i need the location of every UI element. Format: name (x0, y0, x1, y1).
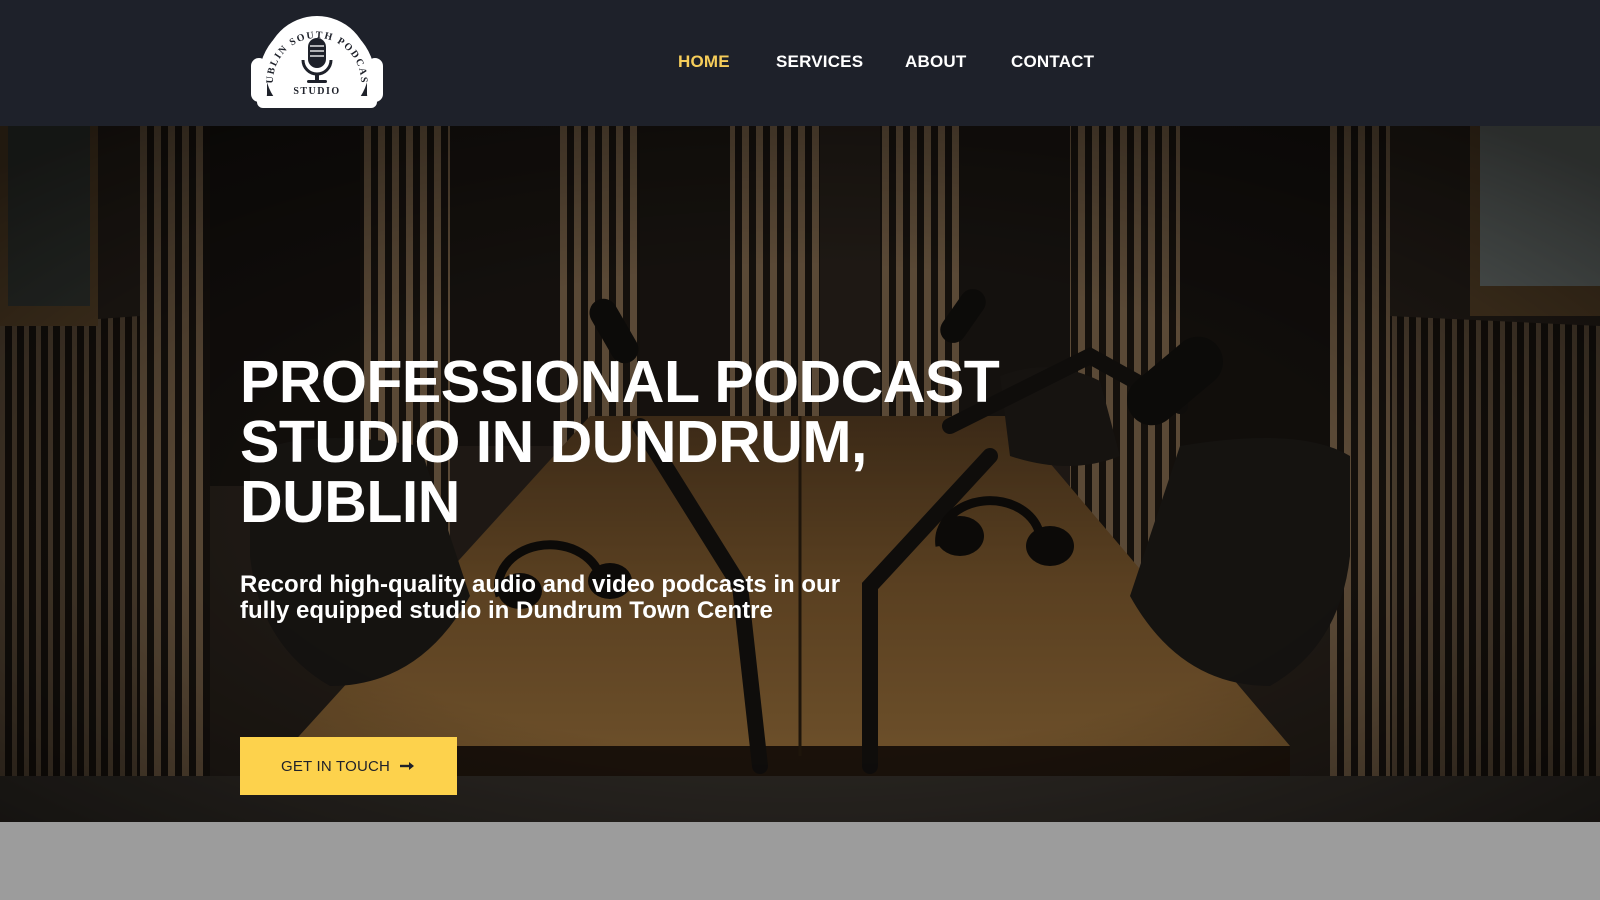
nav-about[interactable]: ABOUT (905, 52, 966, 72)
arrow-right-icon (400, 762, 415, 770)
nav-services[interactable]: SERVICES (776, 52, 863, 72)
hero-section: PROFESSIONAL PODCAST STUDIO IN DUNDRUM, … (0, 126, 1600, 822)
nav-contact[interactable]: CONTACT (1011, 52, 1094, 72)
hero-title: PROFESSIONAL PODCAST STUDIO IN DUNDRUM, … (240, 349, 1000, 535)
get-in-touch-button[interactable]: GET IN TOUCH (240, 737, 457, 795)
cta-label: GET IN TOUCH (280, 757, 391, 775)
hero-content: PROFESSIONAL PODCAST STUDIO IN DUNDRUM, … (240, 349, 1140, 795)
hero-subtitle: Record high-quality audio and video podc… (240, 571, 841, 624)
footer-strip (0, 822, 1600, 900)
nav-home[interactable]: HOME (678, 52, 730, 72)
main-nav: HOME SERVICES ABOUT CONTACT (0, 0, 1600, 126)
site-header: DUBLIN SOUTH PODCAST STUDIO HOME SERVICE… (0, 0, 1600, 126)
